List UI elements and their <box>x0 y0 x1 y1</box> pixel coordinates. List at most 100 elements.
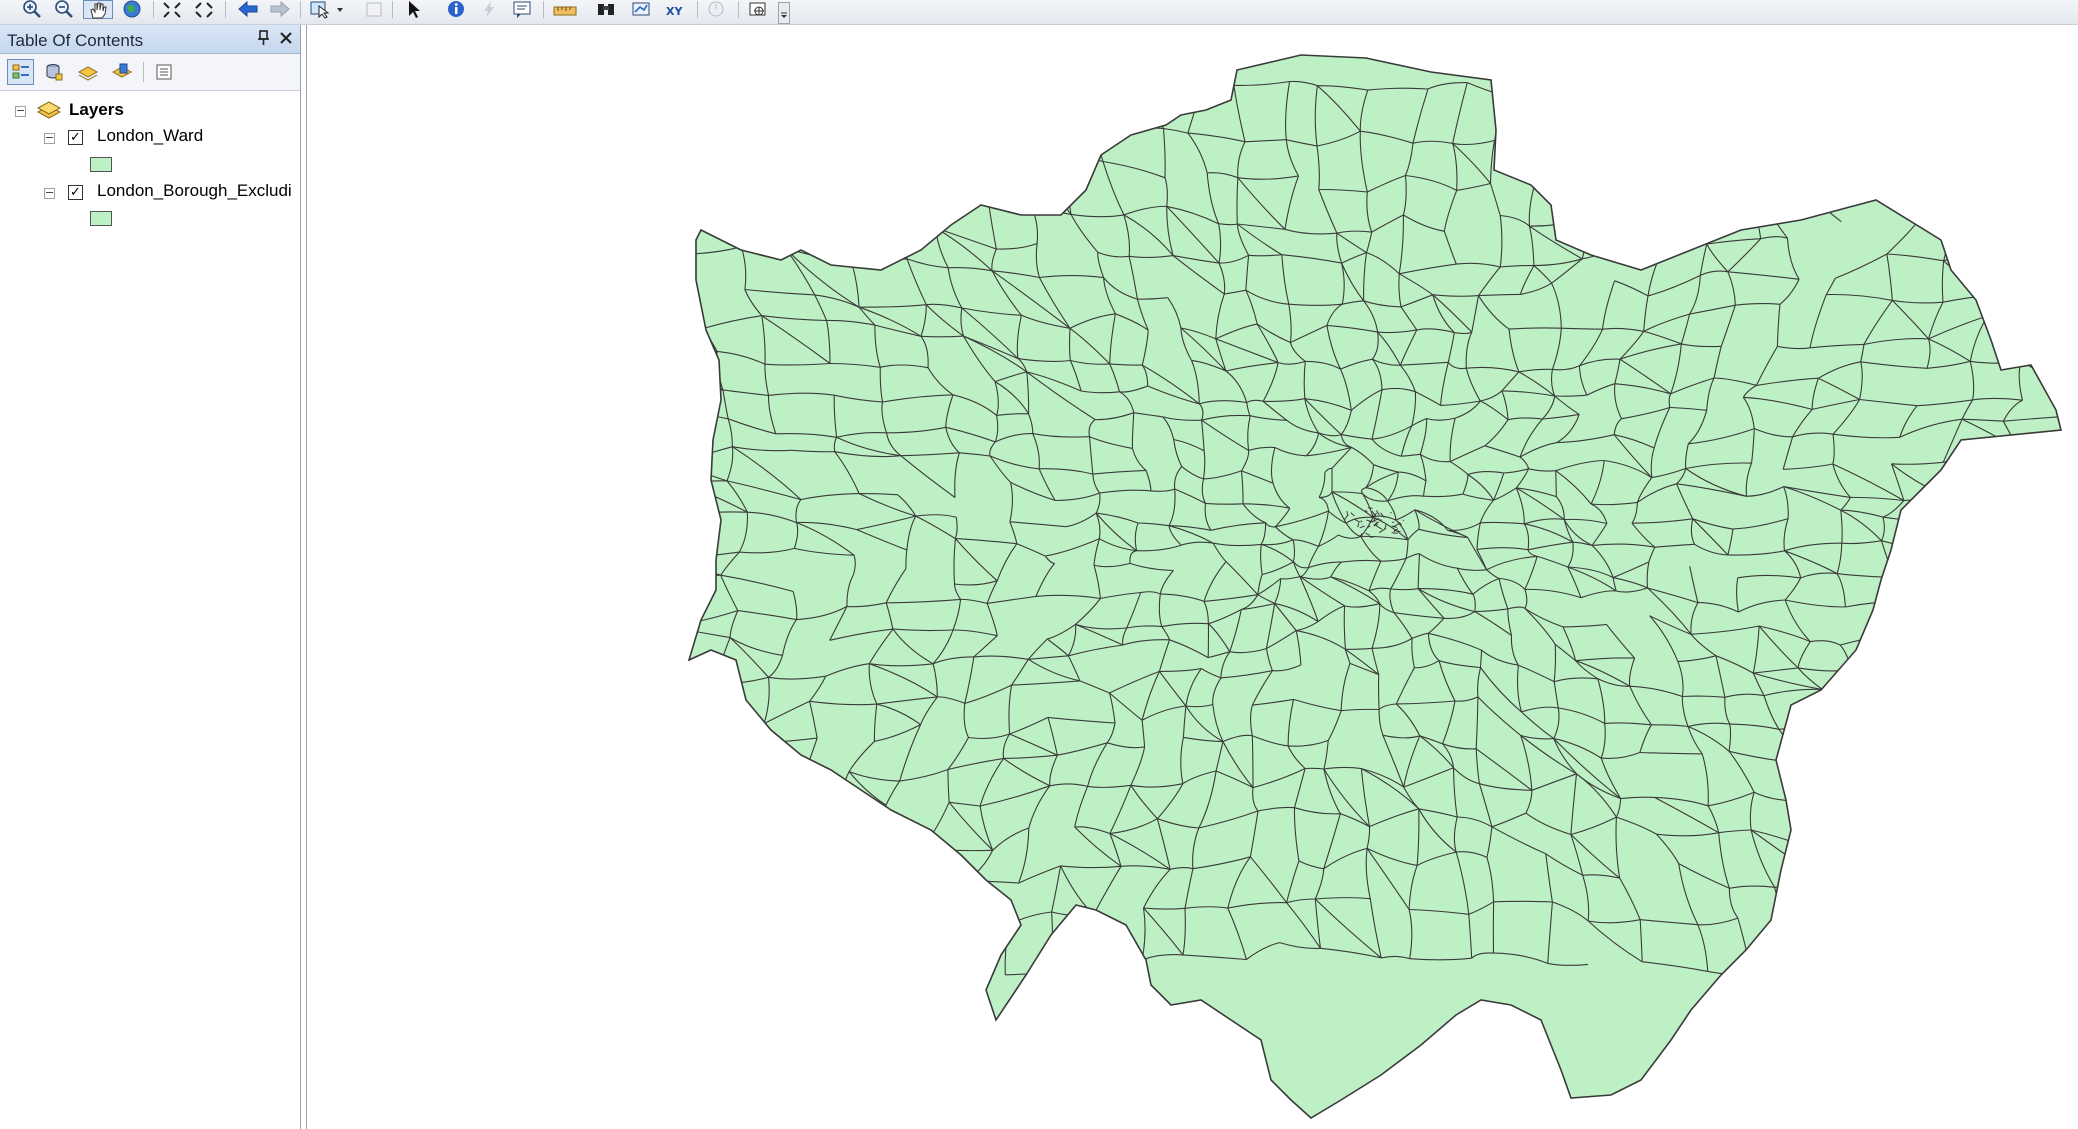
london-ward-map[interactable] <box>307 25 2078 1129</box>
clear-selection-icon[interactable] <box>360 0 388 19</box>
ward-boundary <box>2064 217 2078 250</box>
ward-boundary <box>677 464 685 484</box>
layer-symbol-swatch[interactable] <box>90 211 112 226</box>
ward-boundary <box>1752 145 1781 191</box>
fixed-zoom-in-icon[interactable] <box>158 0 186 19</box>
pan-hand-icon[interactable] <box>83 0 113 19</box>
ward-boundary <box>1946 614 1967 636</box>
fixed-zoom-out-icon[interactable] <box>190 0 218 19</box>
toc-title: Table Of Contents <box>7 31 144 50</box>
collapse-layer-toggle[interactable]: − <box>44 187 55 199</box>
ward-boundary <box>2054 521 2058 562</box>
ward-boundary <box>614 511 677 515</box>
html-popup-icon[interactable] <box>508 0 536 19</box>
ward-boundary <box>1752 189 1806 192</box>
list-by-drawing-order-icon[interactable] <box>7 59 34 85</box>
ward-boundary <box>660 798 672 826</box>
ward-boundary <box>1895 826 1917 855</box>
identify-info-icon[interactable] <box>442 0 470 19</box>
measure-ruler-icon[interactable] <box>550 0 580 19</box>
ward-boundary <box>589 375 602 419</box>
list-by-source-icon[interactable] <box>40 59 67 85</box>
zoom-in-icon[interactable] <box>18 0 46 19</box>
map-display[interactable] <box>306 25 2078 1129</box>
ward-boundary <box>935 927 967 973</box>
ward-boundary <box>574 155 605 203</box>
ward-boundary <box>908 145 966 161</box>
ward-boundary <box>826 824 836 864</box>
ward-boundary <box>1136 78 1164 129</box>
ward-boundary <box>689 120 707 132</box>
options-icon[interactable] <box>150 59 177 85</box>
ward-boundary <box>2047 763 2061 800</box>
ward-boundary <box>2024 159 2061 171</box>
ward-boundary <box>1830 56 1848 108</box>
ward-boundary <box>2064 230 2078 249</box>
close-icon[interactable] <box>278 29 294 47</box>
select-features-icon[interactable] <box>308 0 348 19</box>
ward-boundary <box>821 907 845 944</box>
go-back-arrow-icon[interactable] <box>234 0 262 19</box>
ward-boundary <box>653 41 727 47</box>
ward-boundary <box>574 680 579 729</box>
ward-boundary <box>2020 332 2051 362</box>
pin-icon[interactable] <box>256 29 272 47</box>
ward-boundary <box>1578 169 1636 175</box>
toolbar-overflow-icon[interactable] <box>778 2 790 24</box>
list-by-visibility-icon[interactable] <box>74 59 101 85</box>
ward-boundary <box>484 971 553 978</box>
ward-boundary <box>1990 250 2006 296</box>
ward-boundary <box>689 944 727 957</box>
ward-boundary <box>899 926 966 940</box>
ward-boundary <box>1936 742 1988 759</box>
ward-boundary <box>621 484 684 493</box>
collapse-layer-toggle[interactable]: − <box>44 132 55 144</box>
ward-boundary <box>528 795 539 854</box>
ward-boundary <box>1577 173 1585 220</box>
ward-boundary <box>1946 587 1964 615</box>
ward-boundary <box>1881 742 1938 746</box>
zoom-out-icon[interactable] <box>50 0 78 19</box>
ward-boundary <box>1941 557 2005 562</box>
collapse-layers-toggle[interactable]: − <box>15 105 26 117</box>
ward-boundary <box>1917 207 1960 223</box>
ward-boundary <box>2063 584 2066 627</box>
ward-boundary <box>689 315 704 329</box>
layer-visibility-checkbox[interactable]: ✓ <box>68 130 83 145</box>
list-by-selection-icon[interactable] <box>108 59 135 85</box>
ward-boundary <box>765 173 816 192</box>
ward-boundary <box>705 130 723 161</box>
ward-boundary <box>611 457 677 464</box>
ward-boundary <box>553 931 562 979</box>
layers-root-label[interactable]: Layers <box>69 100 124 120</box>
layer-name-london-ward[interactable]: London_Ward <box>97 126 203 146</box>
ward-boundary <box>1625 204 1675 216</box>
ward-boundary <box>489 66 502 102</box>
ward-boundary <box>501 103 563 109</box>
create-viewer-window-icon[interactable] <box>744 0 772 19</box>
layer-symbol-swatch[interactable] <box>90 157 112 172</box>
time-slider-icon[interactable] <box>702 0 730 19</box>
ward-boundary <box>600 959 620 1020</box>
layer-visibility-checkbox[interactable]: ✓ <box>68 185 83 200</box>
ward-boundary <box>594 582 660 587</box>
full-extent-globe-icon[interactable] <box>118 0 146 19</box>
hyperlink-lightning-icon[interactable] <box>475 0 503 19</box>
ward-boundary <box>1888 891 1929 896</box>
ward-boundary <box>1036 73 1066 126</box>
ward-boundary <box>613 611 667 627</box>
find-binoculars-icon[interactable] <box>592 0 620 19</box>
ward-boundary <box>689 559 721 576</box>
go-forward-arrow-icon[interactable] <box>266 0 294 19</box>
ward-boundary <box>666 412 678 464</box>
ward-boundary <box>573 304 578 346</box>
find-route-icon[interactable] <box>627 0 655 19</box>
select-elements-arrow-icon[interactable] <box>400 0 428 19</box>
ward-boundary <box>1928 891 1983 912</box>
layer-name-london-borough[interactable]: London_Borough_Excludi <box>97 181 292 201</box>
ward-boundary <box>1993 494 2014 523</box>
ward-boundary <box>2065 969 2078 1001</box>
ward-boundary <box>689 80 754 141</box>
ward-boundary <box>733 824 773 827</box>
go-to-xy-icon[interactable]: XY <box>660 0 688 19</box>
